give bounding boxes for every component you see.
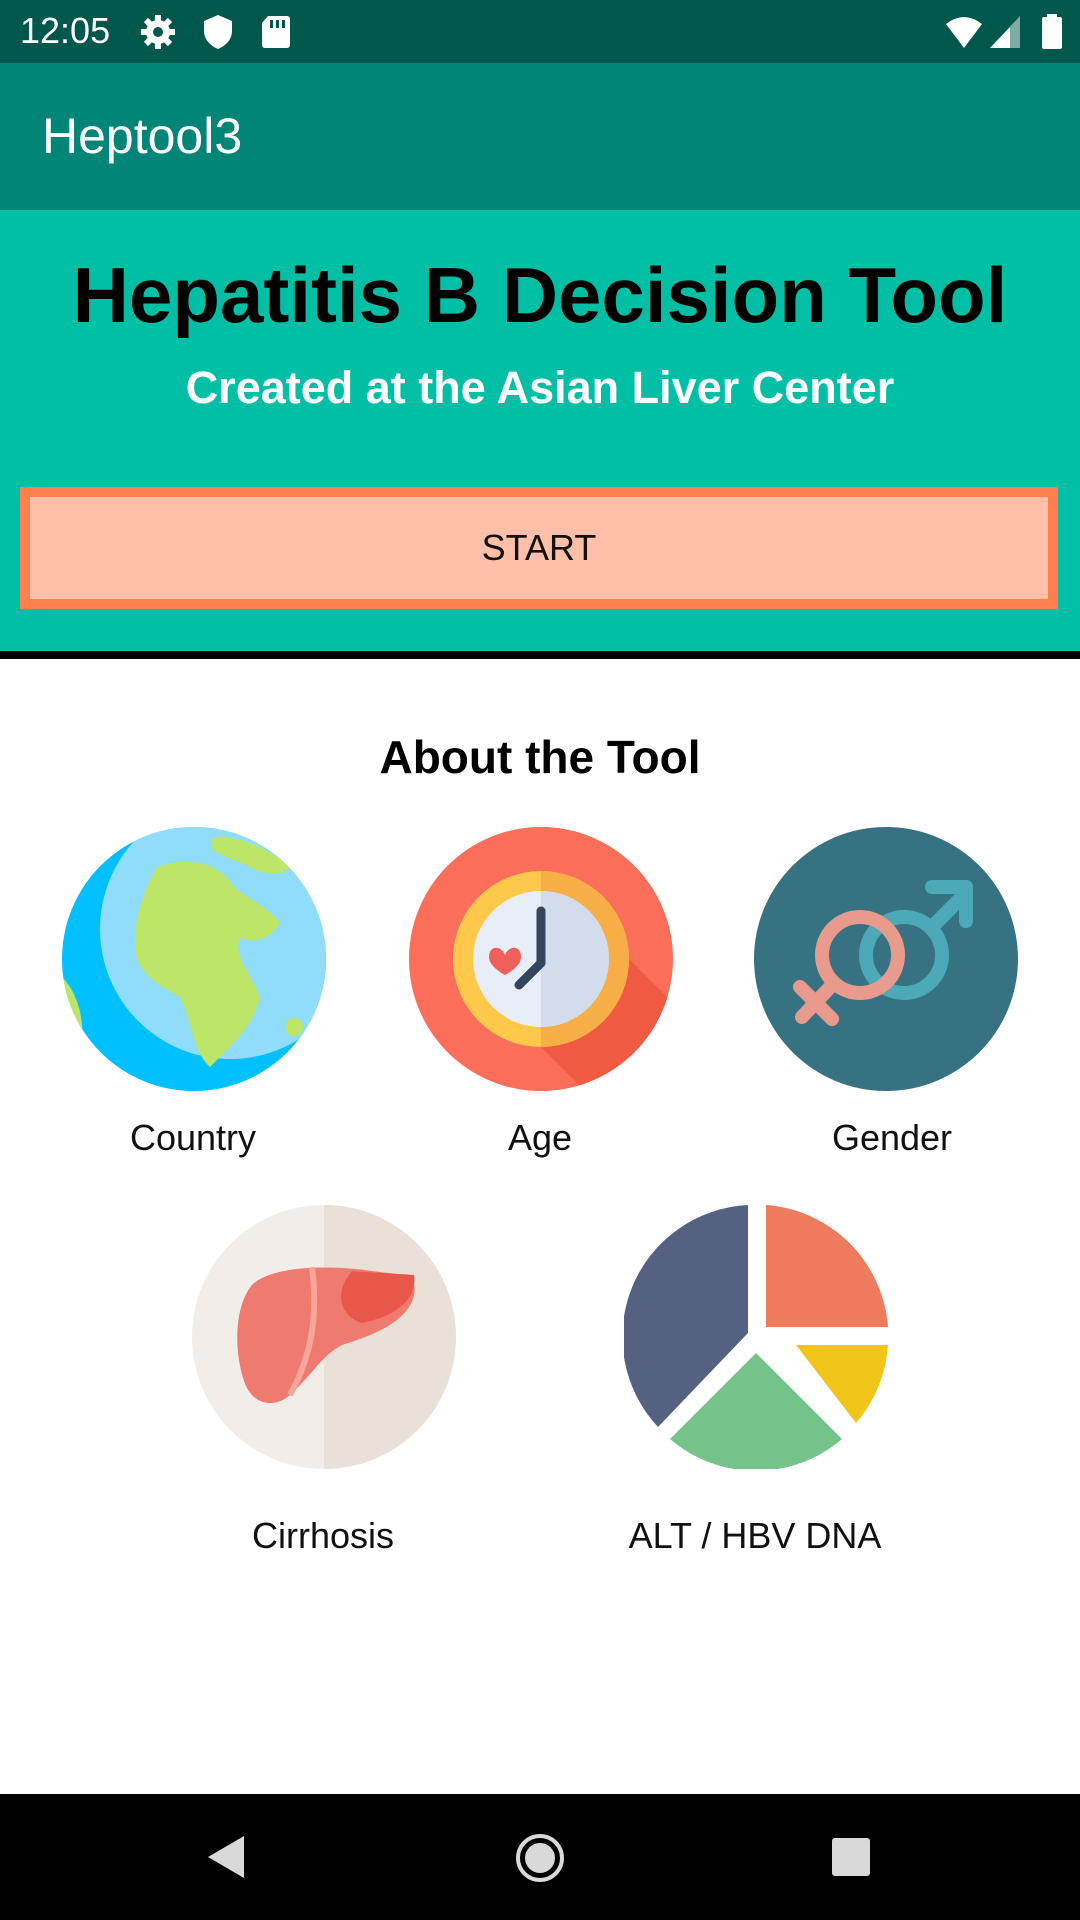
gear-icon	[141, 15, 175, 49]
home-icon[interactable]	[514, 1832, 566, 1884]
hero-section: Hepatitis B Decision Tool Created at the…	[0, 210, 1080, 651]
cirrhosis-item[interactable]: Cirrhosis	[192, 1205, 456, 1556]
age-item[interactable]: Age	[409, 827, 673, 1158]
pie-chart-icon	[624, 1205, 888, 1469]
app-title: Heptool3	[42, 108, 243, 164]
navigation-bar	[0, 1794, 1080, 1920]
recents-icon[interactable]	[830, 1836, 872, 1878]
signal-icon	[990, 16, 1020, 48]
alt-hbv-dna-label: ALT / HBV DNA	[628, 1515, 882, 1556]
shield-icon	[204, 15, 232, 49]
globe-icon	[62, 827, 326, 1091]
page-title: Hepatitis B Decision Tool	[72, 251, 1008, 339]
wifi-icon	[946, 17, 982, 48]
status-bar: 12:05	[0, 0, 1080, 63]
age-label: Age	[507, 1117, 573, 1158]
liver-icon	[192, 1205, 456, 1469]
sd-card-icon	[262, 16, 290, 48]
status-time: 12:05	[20, 10, 111, 51]
gender-label: Gender	[831, 1117, 953, 1158]
country-item[interactable]: Country	[62, 827, 326, 1158]
app-bar: Heptool3	[0, 63, 1080, 210]
start-button[interactable]: START	[20, 487, 1058, 609]
battery-icon	[1042, 14, 1062, 49]
clock-icon	[409, 827, 673, 1091]
gender-item[interactable]: Gender	[754, 827, 1018, 1158]
page-subtitle: Created at the Asian Liver Center	[185, 362, 895, 413]
gender-icon	[754, 827, 1018, 1091]
cirrhosis-label: Cirrhosis	[251, 1515, 394, 1556]
country-label: Country	[129, 1117, 257, 1158]
alt-hbv-dna-item[interactable]: ALT / HBV DNA	[624, 1205, 888, 1556]
section-divider	[0, 651, 1080, 659]
back-icon[interactable]	[204, 1834, 250, 1880]
about-title: About the Tool	[379, 731, 701, 783]
